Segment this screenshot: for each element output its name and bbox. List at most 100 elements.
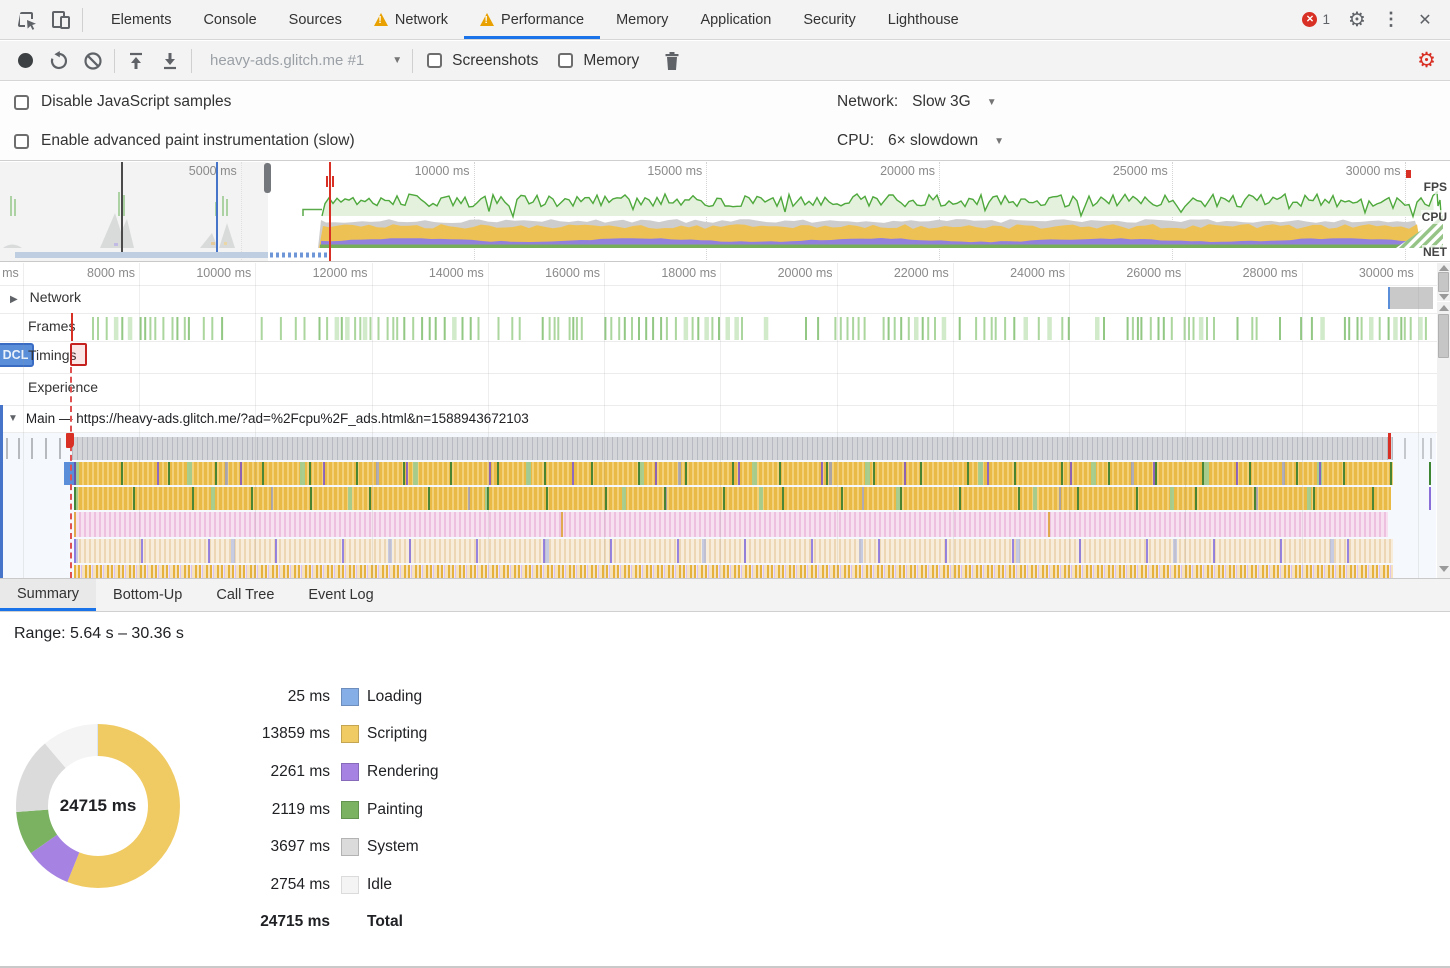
track-main[interactable]: ▼ Main — https://heavy-ads.glitch.me/?ad… [0, 405, 1450, 432]
legend-label: System [367, 838, 419, 856]
donut-total-label: 24715 ms [14, 796, 182, 816]
ruler-tick-label: 18000 ms [560, 266, 716, 280]
record-button[interactable] [8, 46, 42, 76]
lcp-marker-badge[interactable] [70, 343, 87, 366]
legend-value: 13859 ms [200, 725, 330, 743]
main-track-title: Main — https://heavy-ads.glitch.me/?ad=%… [26, 411, 529, 426]
checkbox-box [427, 53, 442, 68]
tab-event-log[interactable]: Event Log [291, 579, 390, 611]
legend-label: Scripting [367, 725, 427, 743]
history-select[interactable]: heavy-ads.glitch.me #1 ▼ [202, 52, 402, 69]
flame-row-tasks[interactable] [72, 437, 1393, 460]
clear-recording-icon[interactable] [76, 46, 110, 76]
overview-marker-line [121, 162, 123, 252]
track-frames[interactable]: Frames [28, 318, 75, 334]
frames-chart [0, 313, 1436, 341]
legend-row: 2754 msIdle [200, 866, 439, 904]
track-network[interactable]: ▶ Network [10, 289, 81, 305]
ruler-tick-label: 22000 ms [793, 266, 949, 280]
range-label: Range: 5.64 s – 30.36 s [14, 625, 184, 643]
network-throttle-select[interactable]: Slow 3G [912, 93, 971, 111]
legend-row: 2261 msRendering [200, 753, 439, 791]
cpu-throttle-select[interactable]: 6× slowdown [888, 132, 978, 150]
screenshots-checkbox[interactable]: Screenshots [427, 52, 538, 70]
tab-label: Call Tree [216, 587, 274, 603]
tab-console[interactable]: Console [187, 0, 272, 39]
advanced-paint-checkbox[interactable]: Enable advanced paint instrumentation (s… [14, 132, 355, 150]
network-request-block[interactable] [1388, 287, 1433, 309]
long-task-flag-icon [66, 433, 74, 448]
tab-memory[interactable]: Memory [600, 0, 684, 39]
expander-right-icon[interactable]: ▶ [10, 294, 18, 305]
trash-icon[interactable] [655, 46, 689, 76]
save-profile-icon[interactable] [153, 46, 187, 76]
flame-row-5[interactable] [74, 565, 1393, 578]
device-toolbar-icon[interactable] [44, 5, 78, 35]
settings-gear-icon[interactable]: ⚙ [1340, 5, 1374, 35]
timeline-overview[interactable]: 5000 ms10000 ms15000 ms20000 ms25000 ms3… [0, 162, 1450, 262]
legend-label: Painting [367, 801, 423, 819]
tab-lighthouse[interactable]: Lighthouse [872, 0, 975, 39]
flame-row-2[interactable] [74, 487, 1391, 510]
tab-network[interactable]: Network [358, 0, 464, 39]
memory-checkbox[interactable]: Memory [558, 52, 639, 70]
overview-window-grip[interactable] [264, 163, 271, 193]
flame-row-4[interactable] [74, 539, 1393, 563]
checkbox-box [14, 95, 29, 110]
chevron-down-icon[interactable]: ▼ [987, 97, 997, 108]
tab-security[interactable]: Security [787, 0, 871, 39]
tab-application[interactable]: Application [684, 0, 787, 39]
ruler-tick-label: 6000 ms [0, 266, 19, 280]
detail-tabs: Summary Bottom-Up Call Tree Event Log [0, 578, 1450, 612]
tab-sources[interactable]: Sources [273, 0, 358, 39]
expander-down-icon[interactable]: ▼ [8, 413, 18, 424]
panel-tabs: Elements Console Sources Network Perform… [95, 0, 975, 39]
legend-label: Idle [367, 876, 392, 894]
devtools-tab-bar: Elements Console Sources Network Perform… [0, 0, 1450, 40]
kebab-menu-icon[interactable]: ⋮ [1374, 5, 1408, 35]
tab-call-tree[interactable]: Call Tree [199, 579, 291, 611]
reload-and-record-button[interactable] [42, 46, 76, 76]
flame-scrollbar[interactable] [1437, 302, 1450, 578]
error-icon: ✕ [1302, 12, 1317, 27]
performance-toolbar: heavy-ads.glitch.me #1 ▼ Screenshots Mem… [0, 41, 1450, 81]
tab-label: Network [395, 12, 448, 28]
inspect-element-icon[interactable] [10, 5, 44, 35]
legend-row: 3697 msSystem [200, 828, 439, 866]
capture-settings-gear-icon[interactable]: ⚙ [1417, 48, 1436, 73]
flame-row-1[interactable] [74, 462, 1393, 485]
ruler-tick-label: 16000 ms [444, 266, 600, 280]
checkbox-label: Disable JavaScript samples [41, 93, 231, 111]
overview-left-curtain [0, 162, 268, 262]
scrollbar-thumb[interactable] [1438, 272, 1449, 292]
ruler-tick-label: 28000 ms [1142, 266, 1298, 280]
checkbox-label: Enable advanced paint instrumentation (s… [41, 132, 355, 150]
tab-performance[interactable]: Performance [464, 0, 600, 39]
flame-event-block[interactable] [64, 462, 74, 485]
close-icon[interactable]: ✕ [1408, 5, 1442, 35]
load-profile-icon[interactable] [119, 46, 153, 76]
network-scrollbar[interactable] [1437, 263, 1450, 301]
flame-row-3[interactable] [74, 512, 1388, 537]
error-badge[interactable]: ✕ 1 [1302, 12, 1330, 27]
tab-elements[interactable]: Elements [95, 0, 187, 39]
checkbox-box [558, 53, 573, 68]
timeline-tracks[interactable]: 6000 ms8000 ms10000 ms12000 ms14000 ms16… [0, 263, 1450, 578]
legend-row: 13859 ms Scripting [200, 716, 439, 754]
checkbox-box [14, 134, 29, 149]
scrollbar-thumb[interactable] [1438, 314, 1449, 358]
disable-js-samples-checkbox[interactable]: Disable JavaScript samples [14, 93, 231, 111]
tab-summary[interactable]: Summary [0, 579, 96, 611]
lcp-guide-line [70, 367, 72, 578]
cpu-chart-label: CPU [1421, 210, 1448, 224]
fps-chart-label: FPS [1423, 180, 1448, 194]
track-experience[interactable]: Experience [28, 379, 98, 395]
tab-bottom-up[interactable]: Bottom-Up [96, 579, 199, 611]
chevron-down-icon[interactable]: ▼ [994, 136, 1004, 147]
divider [412, 49, 413, 73]
tab-label: Console [203, 12, 256, 28]
tab-label: Security [803, 12, 855, 28]
legend-value: 2119 ms [200, 801, 330, 819]
tab-label: Summary [17, 586, 79, 602]
frames-red-marker [71, 313, 73, 341]
